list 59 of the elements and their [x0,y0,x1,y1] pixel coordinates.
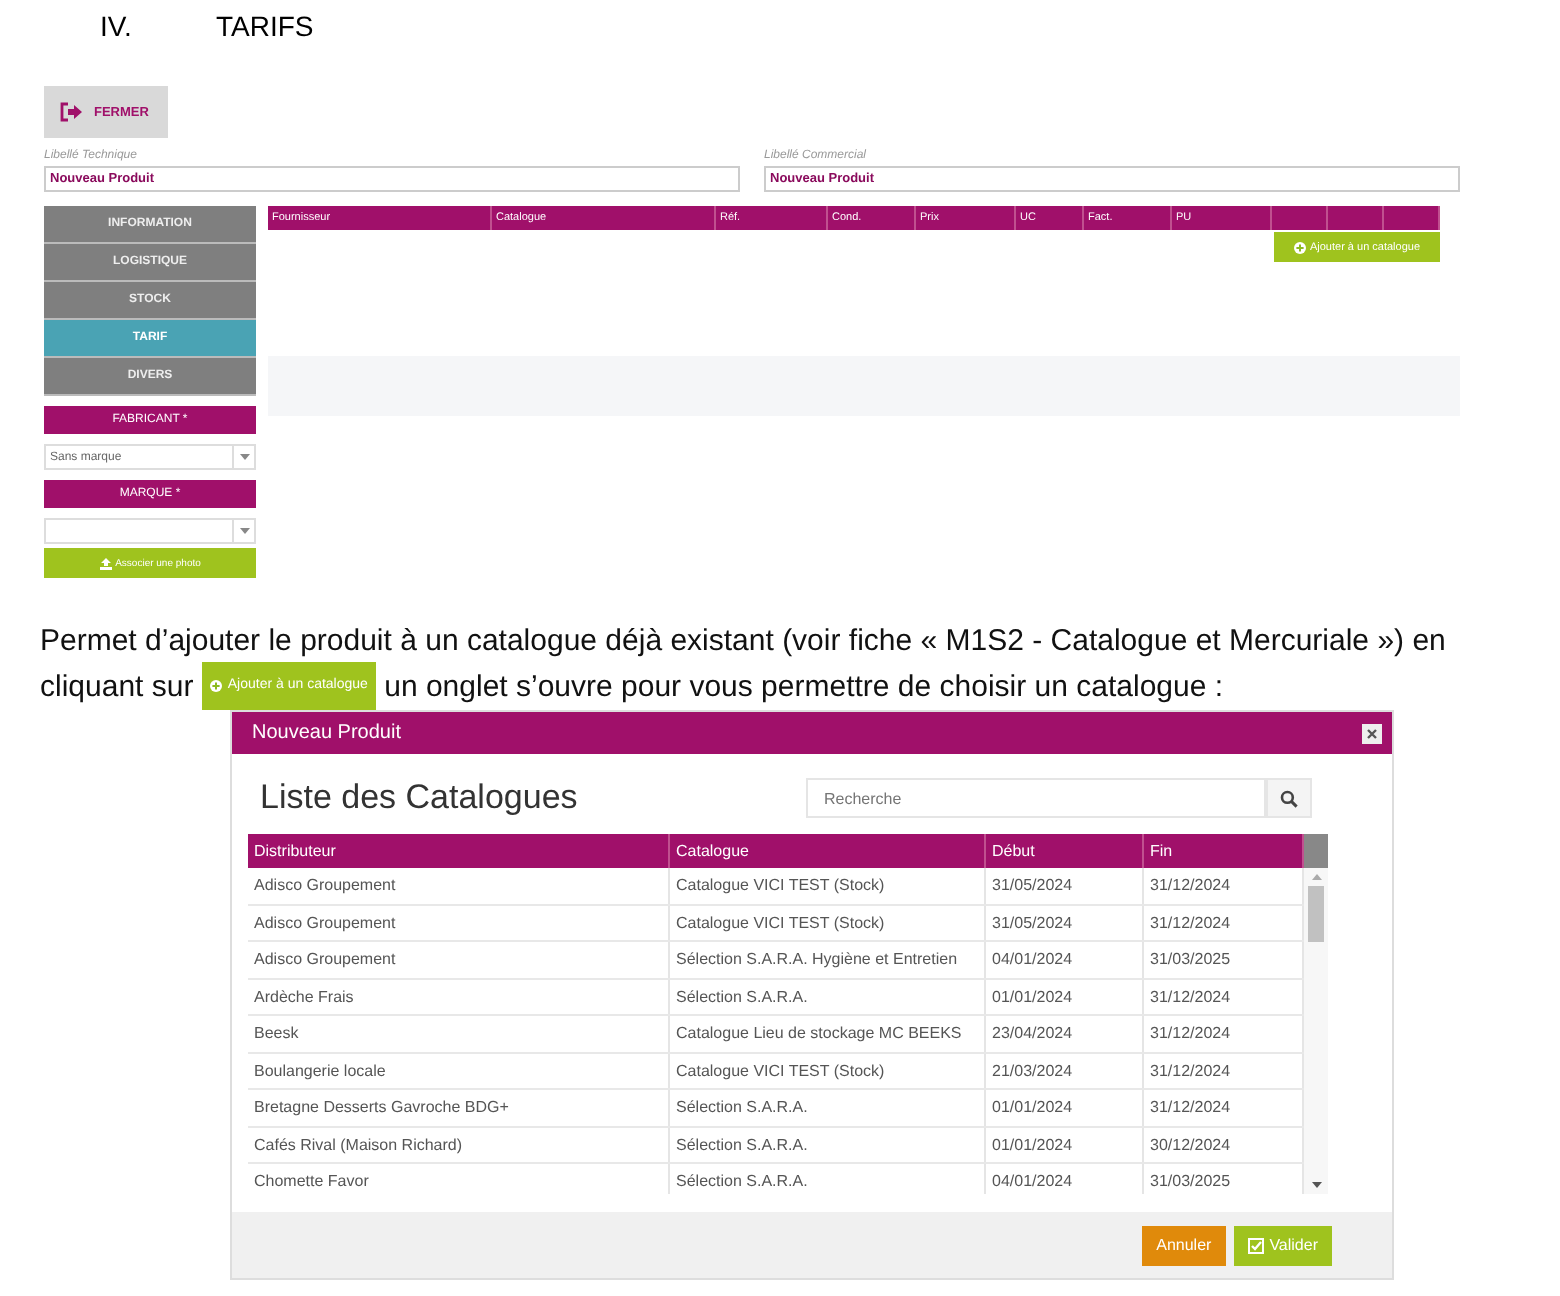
table-cell: Adisco Groupement [248,868,670,903]
list-title: Liste des Catalogues [260,778,578,818]
plus-circle-icon [1293,241,1306,253]
table-cell: Sélection S.A.R.A. [670,1164,986,1194]
table-cell: 31/05/2024 [986,905,1144,940]
upload-icon [99,557,112,569]
search-field[interactable]: Recherche [806,778,1266,818]
table-cell: Cafés Rival (Maison Richard) [248,1127,670,1162]
table-row[interactable]: Adisco Groupement Catalogue VICI TEST (Stock) 31/05/2024 31/12/2024 [248,868,1304,905]
table-cell: 31/05/2024 [986,868,1144,903]
table-row[interactable]: Boulangerie locale Catalogue VICI TEST (Stock) 21/03/2024 31/12/2024 [248,1053,1304,1090]
section-title: TARIFS [216,10,314,46]
table-cell: Sélection S.A.R.A. Hygiène et Entretien [670,942,986,977]
select-field[interactable] [44,518,256,544]
table-cell: Chomette Favor [248,1164,670,1194]
table-cell: Catalogue Lieu de stockage MC BEEKS [670,1016,986,1051]
table-cell: Sélection S.A.R.A. [670,1127,986,1162]
close-icon [1366,727,1378,739]
table-row[interactable]: Cafés Rival (Maison Richard) Sélection S.A.R.A. 01/01/2024 30/12/2024 [248,1127,1304,1164]
table-cell: 01/01/2024 [986,1127,1144,1162]
exit-icon [60,102,84,122]
table-row[interactable]: Beesk Catalogue Lieu de stockage MC BEEKS 23/04/2024 31/12/2024 [248,1016,1304,1053]
table-cell: Sélection S.A.R.A. [670,979,986,1014]
table-row[interactable]: Adisco Groupement Sélection S.A.R.A. Hygiène et Entretien 04/01/2024 31/03/2025 [248,942,1304,979]
column-header: Catalogue [670,834,986,868]
table-cell: Ardèche Frais [248,979,670,1014]
scrollbar[interactable] [1304,834,1328,1194]
scroll-down-icon[interactable] [1311,1182,1321,1188]
caret-icon [239,528,249,534]
column-header: Début [986,834,1144,868]
table-row[interactable]: Bretagne Desserts Gavroche BDG+ Sélection S.A.R.A. 01/01/2024 31/12/2024 [248,1090,1304,1127]
table-cell: 21/03/2024 [986,1053,1144,1088]
table-cell: Catalogue VICI TEST (Stock) [670,905,986,940]
column-header: Distributeur [248,834,670,868]
scroll-up-icon[interactable] [1311,874,1321,880]
table-cell: 01/01/2024 [986,979,1144,1014]
table-row[interactable]: Ardèche Frais Sélection S.A.R.A. 01/01/2024 31/12/2024 [248,979,1304,1016]
table-cell: 01/01/2024 [986,1090,1144,1125]
table-cell: Catalogue VICI TEST (Stock) [670,1053,986,1088]
table-cell: Catalogue VICI TEST (Stock) [670,868,986,903]
search-button[interactable] [1266,778,1312,818]
scroll-thumb[interactable] [1308,886,1324,942]
search-icon [1280,789,1298,807]
table-cell: 04/01/2024 [986,942,1144,977]
caret-icon [239,454,249,460]
table-cell: Sélection S.A.R.A. [670,1090,986,1125]
table-cell: Boulangerie locale [248,1053,670,1088]
checkbox-icon [1247,1237,1264,1253]
table-cell: 23/04/2024 [986,1016,1144,1051]
section-number: IV. [100,10,134,46]
close-button[interactable] [1362,723,1382,743]
header-corner [1304,834,1328,868]
table-cell: Adisco Groupement [248,942,670,977]
table-cell: 04/01/2024 [986,1164,1144,1194]
dialog-title: Nouveau Produit [252,722,401,744]
table-row[interactable]: Adisco Groupement Catalogue VICI TEST (Stock) 31/05/2024 31/12/2024 [248,905,1304,942]
table-cell: Adisco Groupement [248,905,670,940]
table-cell: Beesk [248,1016,670,1051]
table-cell: Bretagne Desserts Gavroche BDG+ [248,1090,670,1125]
